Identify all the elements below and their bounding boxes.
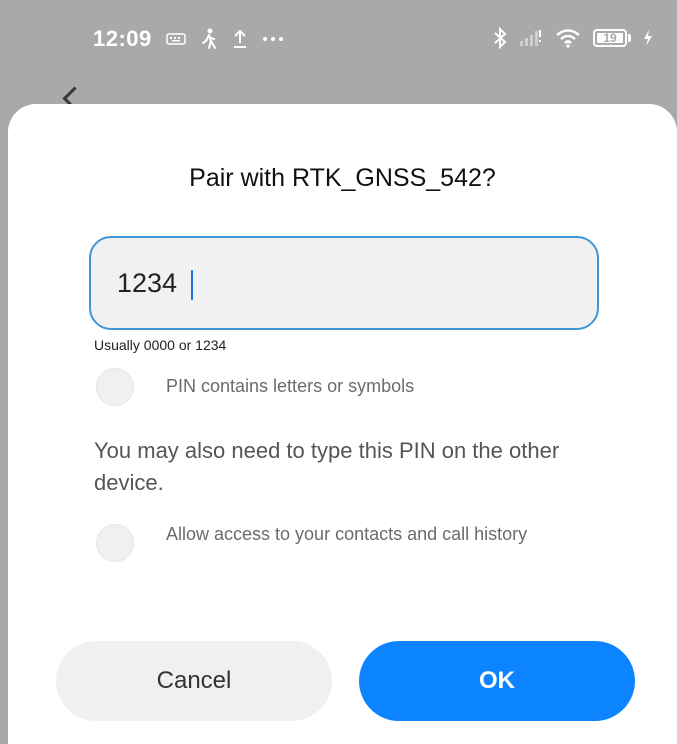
battery-body: 19 — [593, 29, 627, 47]
pin-field[interactable] — [89, 236, 599, 330]
ok-button[interactable]: OK — [359, 641, 635, 721]
charging-icon — [643, 29, 653, 47]
contacts-access-checkbox[interactable] — [96, 524, 134, 562]
cancel-button[interactable]: Cancel — [56, 641, 332, 721]
status-left: 12:09 — [93, 26, 284, 52]
pin-info-text: You may also need to type this PIN on th… — [94, 438, 560, 495]
text-cursor — [191, 270, 193, 300]
wifi-icon — [555, 28, 581, 48]
contacts-access-label: Allow access to your contacts and call h… — [166, 524, 528, 544]
pin-input[interactable] — [117, 238, 577, 328]
status-time: 12:09 — [93, 26, 152, 51]
walking-icon — [200, 28, 218, 50]
dialog-title: Pair with RTK_GNSS_542? — [189, 164, 496, 192]
letters-symbols-checkbox[interactable] — [96, 368, 134, 406]
battery-icon: 19 — [593, 29, 631, 47]
status-right: 19 — [493, 27, 653, 49]
letters-symbols-label: PIN contains letters or symbols — [166, 376, 415, 396]
pin-hint: Usually 0000 or 1234 — [94, 337, 227, 353]
cellular-signal-icon — [519, 29, 543, 47]
keyboard-icon — [166, 33, 186, 45]
status-bar: 12:09 19 — [0, 0, 677, 82]
battery-cap — [628, 34, 631, 42]
contacts-access-option[interactable]: Allow access to your contacts and call h… — [96, 522, 586, 562]
battery-level: 19 — [603, 31, 617, 45]
letters-symbols-option[interactable]: PIN contains letters or symbols — [96, 368, 414, 406]
pairing-dialog: Pair with RTK_GNSS_542? Usually 0000 or … — [8, 104, 677, 744]
more-icon — [262, 36, 284, 42]
upload-icon — [232, 29, 248, 49]
bluetooth-icon — [493, 27, 507, 49]
